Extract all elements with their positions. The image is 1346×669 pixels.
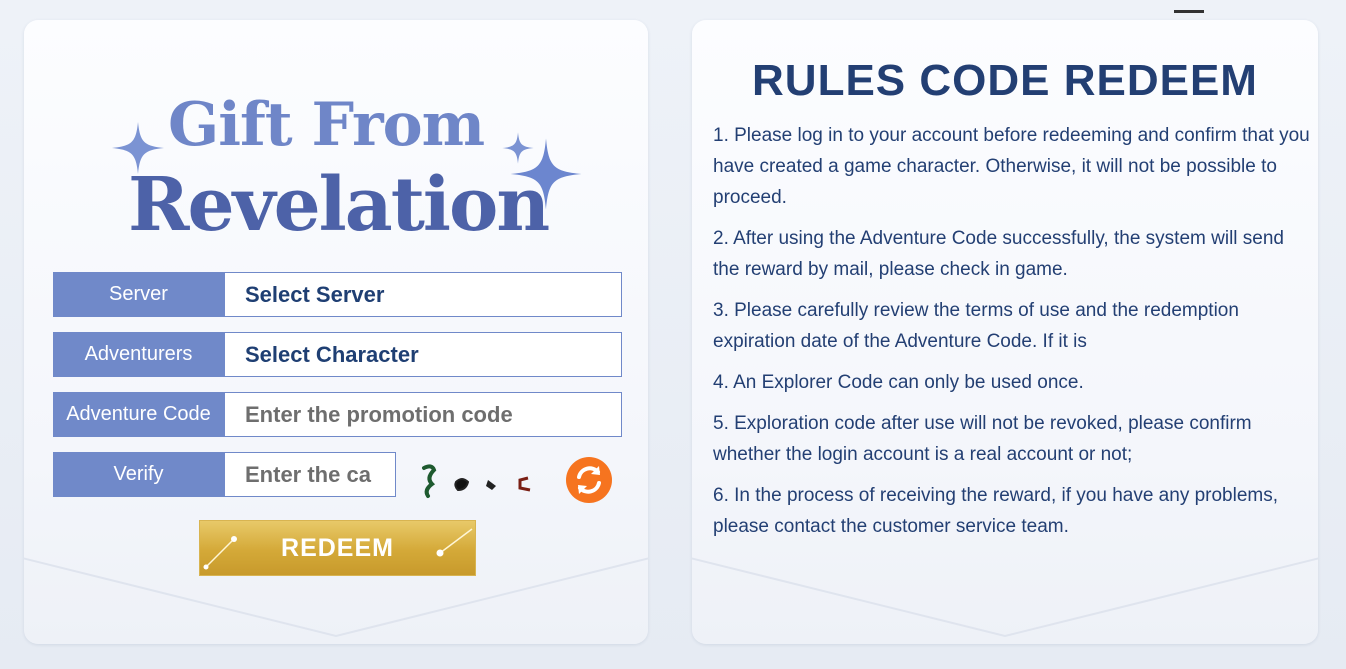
adventure-code-row: Adventure Code Enter the promotion code <box>53 392 622 437</box>
logo-line-1: Gift From <box>168 90 485 160</box>
promotion-code-input[interactable]: Enter the promotion code <box>224 392 622 437</box>
redeem-button[interactable]: REDEEM <box>199 520 476 576</box>
captcha-image[interactable] <box>416 460 556 500</box>
server-label: Server <box>53 272 224 317</box>
adventure-code-label: Adventure Code <box>53 392 224 437</box>
verify-row: Verify Enter the ca <box>53 452 396 497</box>
character-select[interactable]: Select Character <box>224 332 622 377</box>
logo-line-2: Revelation <box>128 162 550 248</box>
rule-item: 2. After using the Adventure Code succes… <box>713 228 1284 280</box>
rules-card: RULES CODE REDEEM 1. Please log in to yo… <box>692 20 1318 644</box>
rule-item: 6. In the process of receiving the rewar… <box>713 485 1279 537</box>
captcha-input[interactable]: Enter the ca <box>224 452 396 497</box>
server-select[interactable]: Select Server <box>224 272 622 317</box>
rule-item: 5. Exploration code after use will not b… <box>713 413 1252 465</box>
gift-from-revelation-logo: Gift From Revelation <box>108 90 582 260</box>
verify-label: Verify <box>53 452 224 497</box>
rule-item: 3. Please carefully review the terms of … <box>713 300 1239 352</box>
refresh-captcha-button[interactable] <box>566 457 612 503</box>
page: Gift From Revelation Server Select Serve… <box>0 0 1346 669</box>
rules-title: RULES CODE REDEEM <box>752 56 1258 105</box>
rule-item: 1. Please log in to your account before … <box>713 125 1310 208</box>
redeem-button-label: REDEEM <box>281 533 394 562</box>
adventurers-row: Adventurers Select Character <box>53 332 622 377</box>
rule-item: 4. An Explorer Code can only be used onc… <box>713 372 1084 393</box>
rules-list: 1. Please log in to your account before … <box>713 120 1313 552</box>
server-row: Server Select Server <box>53 272 622 317</box>
refresh-icon <box>577 466 601 494</box>
adventurers-label: Adventurers <box>53 332 224 377</box>
redeem-card: Gift From Revelation Server Select Serve… <box>24 20 648 644</box>
top-decoration <box>1174 0 1244 31</box>
